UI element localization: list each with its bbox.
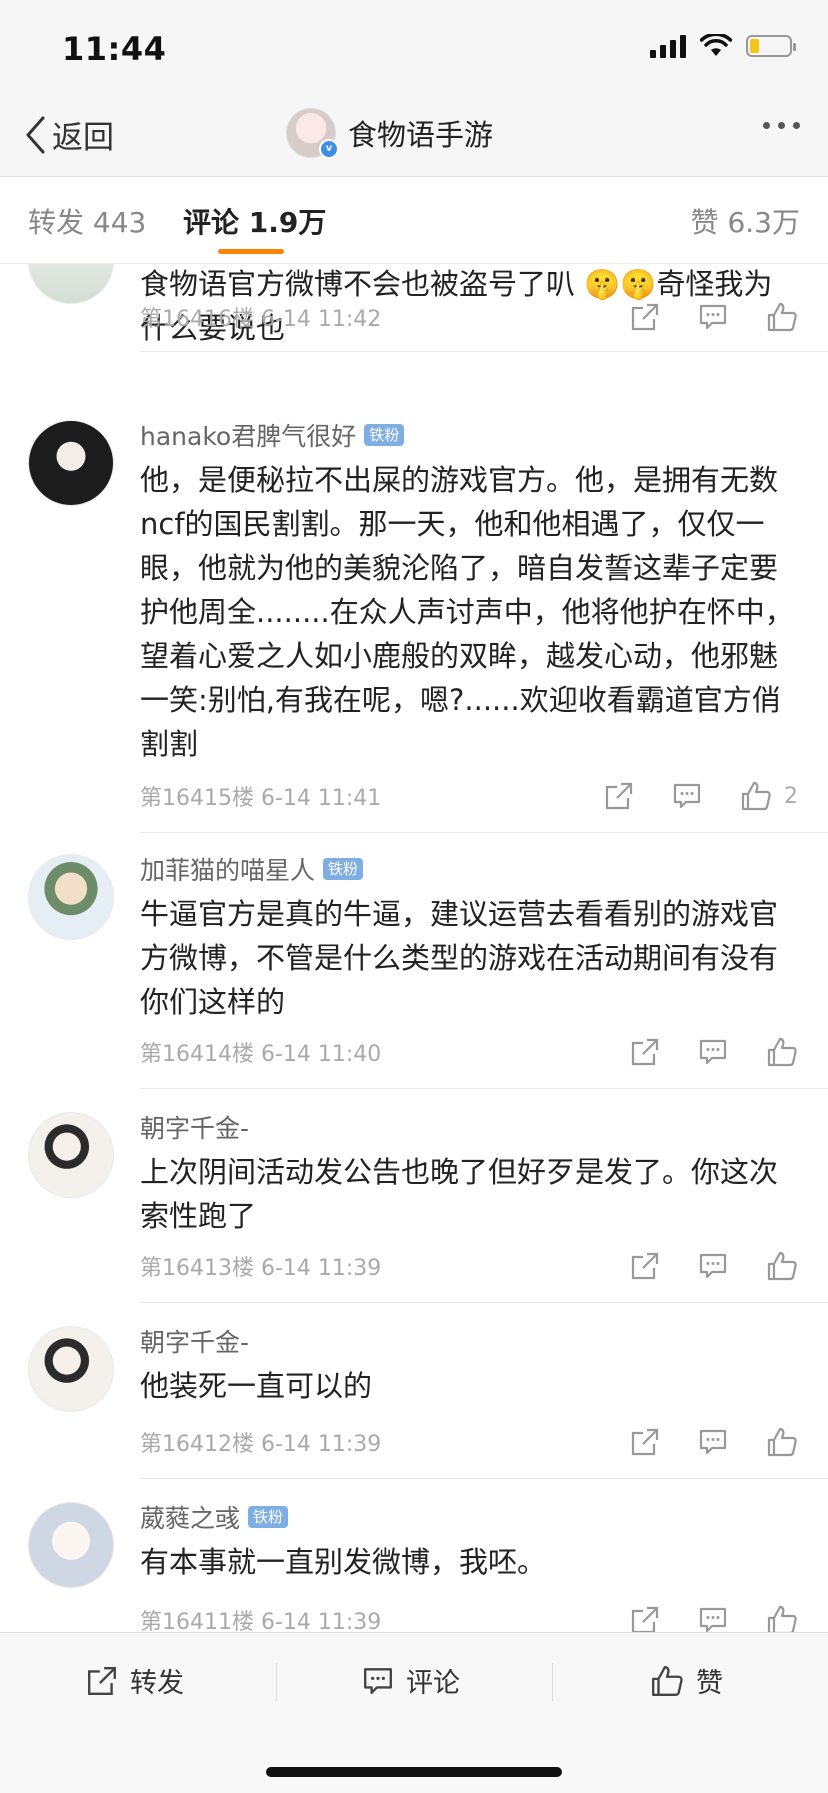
wifi-icon — [700, 34, 732, 56]
comment-list[interactable]: 食物语官方微博不会也被盗号了叭 🤫🤫奇怪我为什么要说也 第16416楼 6-14… — [0, 264, 828, 1632]
battery-icon — [746, 35, 796, 57]
share-icon[interactable] — [604, 781, 634, 811]
reply-icon[interactable] — [698, 302, 728, 332]
comment-username[interactable]: 朝字千金- — [140, 1109, 249, 1145]
comment-text: 上次阴间活动发公告也晚了但好歹是发了。你这次索性跑了 — [140, 1155, 779, 1233]
comment-user-row: 朝字千金- — [140, 1110, 798, 1144]
comment-user-row: 葳蕤之彧 铁粉 — [140, 1500, 798, 1534]
comment-meta: 第16415楼 6-14 11:41 2 — [140, 776, 798, 816]
comment-user-row: 加菲猫的喵星人 铁粉 — [140, 852, 798, 886]
thumbs-up-icon[interactable] — [766, 301, 798, 333]
nav-bar: 返回 v 食物语手游 — [0, 100, 828, 177]
share-icon[interactable] — [630, 302, 660, 332]
fan-badge: 铁粉 — [364, 424, 405, 446]
more-options-icon[interactable] — [763, 122, 800, 129]
status-icons — [650, 34, 796, 58]
comment-floor-time: 第16412楼 6-14 11:39 — [140, 1432, 382, 1457]
comment-floor-time: 第16416楼 6-14 11:42 — [140, 307, 382, 332]
share-icon — [88, 1666, 116, 1695]
account-avatar[interactable]: v — [286, 108, 339, 159]
comment-meta: 第16411楼 6-14 11:39 — [140, 1600, 798, 1632]
tabs-bar: 转发 443 评论 1.9万 赞 6.3万 — [0, 177, 828, 264]
user-avatar[interactable] — [28, 264, 114, 304]
reply-icon[interactable] — [672, 781, 702, 811]
fan-badge: 铁粉 — [248, 1506, 289, 1528]
page-title: 食物语手游 — [348, 118, 494, 152]
thumbs-up-icon[interactable] — [766, 1604, 798, 1632]
comment-meta: 第16416楼 6-14 11:42 — [140, 297, 798, 337]
user-avatar[interactable] — [28, 1502, 114, 1588]
divider — [276, 1663, 277, 1701]
user-avatar[interactable] — [28, 1112, 114, 1198]
repost-label: 转发 — [130, 1668, 184, 1699]
tab-comment[interactable]: 评论 1.9万 — [183, 201, 326, 241]
comment-username[interactable]: 葳蕤之彧 — [140, 1499, 240, 1535]
share-icon[interactable] — [630, 1605, 660, 1632]
reply-icon[interactable] — [698, 1605, 728, 1632]
comment-user-row: hanako君脾气很好 铁粉 — [140, 418, 798, 452]
comment-username[interactable]: 朝字千金- — [140, 1323, 249, 1359]
like-count: 2 — [784, 783, 798, 809]
thumbs-up-icon[interactable] — [766, 1250, 798, 1282]
comment-user-row: 朝字千金- — [140, 1324, 798, 1358]
user-avatar[interactable] — [28, 420, 114, 506]
tab-repost[interactable]: 转发 443 — [28, 201, 146, 241]
comment-text: 牛逼官方是真的牛逼，建议运营去看看别的游戏官方微博，不管是什么类型的游戏在活动期… — [140, 897, 779, 1019]
comment-item: 朝字千金- 上次阴间活动发公告也晚了但好歹是发了。你这次索性跑了 — [140, 1110, 798, 1238]
comment-text: 有本事就一直别发微博，我呸。 — [140, 1545, 547, 1579]
tab-like[interactable]: 赞 6.3万 — [691, 201, 800, 241]
comment-text: 他，是便秘拉不出屎的游戏官方。他，是拥有无数ncf的国民割割。那一天，他和他相遇… — [140, 463, 794, 761]
divider — [140, 1088, 828, 1089]
thumbs-up-icon[interactable] — [766, 1036, 798, 1068]
comment-item: 朝字千金- 他装死一直可以的 — [140, 1324, 798, 1408]
comment-item: 葳蕤之彧 铁粉 有本事就一直别发微博，我呸。 — [140, 1500, 798, 1584]
comment-label: 评论 — [406, 1668, 460, 1699]
comment-username[interactable]: hanako君脾气很好 — [140, 417, 356, 453]
status-time: 11:44 — [62, 30, 167, 68]
back-button[interactable]: 返回 — [24, 112, 114, 157]
comment-meta: 第16412楼 6-14 11:39 — [140, 1422, 798, 1462]
divider — [140, 351, 828, 352]
status-bar: 11:44 — [0, 0, 828, 100]
fan-badge: 铁粉 — [323, 858, 364, 880]
thumbs-up-icon — [652, 1665, 683, 1696]
comment-floor-time: 第16411楼 6-14 11:39 — [140, 1610, 382, 1632]
back-label: 返回 — [52, 120, 114, 156]
comment-text: 他装死一直可以的 — [140, 1369, 373, 1403]
comment-floor-time: 第16414楼 6-14 11:40 — [140, 1042, 382, 1067]
comment-floor-time: 第16415楼 6-14 11:41 — [140, 786, 382, 811]
like-label: 赞 — [696, 1668, 723, 1699]
comment-meta: 第16414楼 6-14 11:40 — [140, 1032, 798, 1072]
share-icon[interactable] — [630, 1251, 660, 1281]
comment-item: hanako君脾气很好 铁粉 他，是便秘拉不出屎的游戏官方。他，是拥有无数ncf… — [140, 418, 798, 766]
divider — [140, 1302, 828, 1303]
reply-icon[interactable] — [698, 1427, 728, 1457]
comment-button[interactable]: 评论 — [362, 1661, 460, 1700]
bottom-action-bar: 转发 评论 赞 — [0, 1632, 828, 1793]
repost-button[interactable]: 转发 — [86, 1661, 184, 1700]
like-button[interactable]: 赞 — [650, 1661, 723, 1700]
thumbs-up-icon[interactable] — [766, 1426, 798, 1458]
comment-username[interactable]: 加菲猫的喵星人 — [140, 851, 315, 887]
reply-icon — [364, 1667, 392, 1694]
thumbs-up-icon[interactable] — [740, 780, 772, 812]
divider — [140, 832, 828, 833]
reply-icon[interactable] — [698, 1037, 728, 1067]
divider — [552, 1663, 553, 1701]
nav-account[interactable]: v 食物语手游 — [286, 108, 494, 159]
comment-meta: 第16413楼 6-14 11:39 — [140, 1246, 798, 1286]
comment-item: 加菲猫的喵星人 铁粉 牛逼官方是真的牛逼，建议运营去看看别的游戏官方微博，不管是… — [140, 852, 798, 1024]
user-avatar[interactable] — [28, 1326, 114, 1412]
user-avatar[interactable] — [28, 854, 114, 940]
chevron-left-icon — [26, 116, 45, 153]
divider — [140, 1478, 828, 1479]
reply-icon[interactable] — [698, 1251, 728, 1281]
share-icon[interactable] — [630, 1427, 660, 1457]
verified-icon: v — [319, 139, 339, 159]
share-icon[interactable] — [630, 1037, 660, 1067]
home-indicator — [266, 1767, 562, 1777]
signal-icon — [650, 34, 686, 58]
comment-floor-time: 第16413楼 6-14 11:39 — [140, 1256, 382, 1281]
active-tab-indicator — [218, 249, 284, 254]
